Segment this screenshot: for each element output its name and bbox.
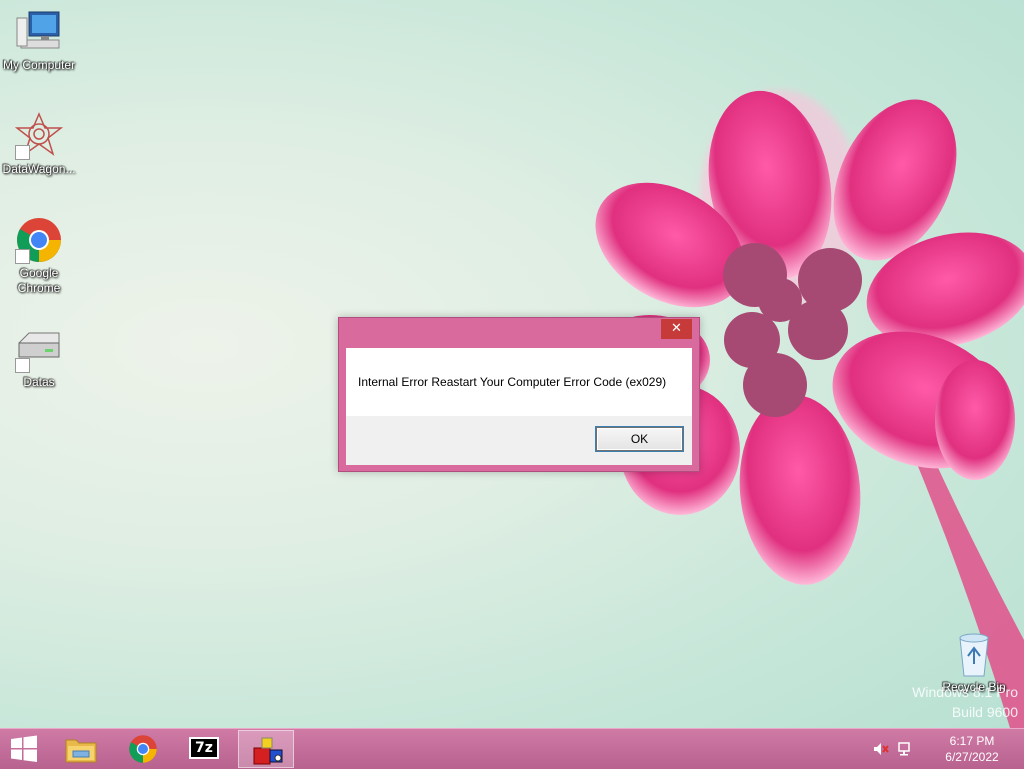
7zip-icon: 7z [189, 737, 219, 759]
error-message: Internal Error Reastart Your Computer Er… [358, 375, 667, 389]
chrome-icon [15, 216, 63, 264]
watermark-edition: Windows 8.1 Pro [912, 684, 1018, 700]
label-line: Chrome [17, 281, 61, 295]
network-icon[interactable] [897, 741, 913, 757]
shortcut-arrow-icon [15, 145, 30, 160]
shortcut-arrow-icon [15, 249, 30, 264]
drive-icon [15, 325, 63, 373]
label-line: Google [19, 266, 59, 280]
7zip-icon-text: 7z [195, 740, 213, 756]
dialog-content: Internal Error Reastart Your Computer Er… [346, 348, 692, 416]
taskbar-7zip[interactable]: 7z [176, 730, 232, 768]
taskbar-file-explorer[interactable] [54, 730, 110, 768]
taskbar-chrome[interactable] [115, 730, 171, 768]
desktop-icon-label: Datas [23, 375, 55, 389]
app-icon [253, 737, 283, 765]
desktop-icon-label: Google Chrome [1, 266, 77, 296]
windows-logo-icon [11, 735, 37, 762]
watermark-build: Build 9600 [951, 704, 1018, 720]
computer-icon [15, 8, 63, 56]
dialog-footer: OK [346, 416, 692, 465]
volume-muted-icon[interactable] [873, 741, 889, 757]
desktop-icon-google-chrome[interactable]: Google Chrome [1, 216, 77, 296]
file-explorer-icon [65, 739, 97, 763]
recycle-bin-icon [950, 630, 998, 678]
desktop-icon-datawagon[interactable]: DataWagon... [1, 112, 77, 177]
taskbar: 7z 6:17 PM 6/27/2022 [0, 728, 1024, 769]
desktop-icon-label: DataWagon... [2, 162, 76, 176]
chrome-icon [129, 735, 157, 763]
taskbar-active-app[interactable] [238, 730, 294, 768]
desktop-icon-my-computer[interactable]: My Computer [1, 8, 77, 73]
desktop-icon-datas[interactable]: Datas [1, 325, 77, 390]
clock-date: 6/27/2022 [945, 750, 999, 764]
system-clock[interactable]: 6:17 PM 6/27/2022 [932, 733, 1012, 765]
error-dialog: ✕ Internal Error Reastart Your Computer … [338, 317, 700, 472]
close-button[interactable]: ✕ [661, 319, 692, 339]
ok-button[interactable]: OK [595, 426, 684, 452]
start-button[interactable] [0, 730, 48, 768]
windows-watermark: Windows 8.1 Pro Build 9600 [912, 684, 1018, 720]
datawagon-icon [14, 112, 64, 160]
shortcut-arrow-icon [15, 358, 30, 373]
desktop-icon-label: My Computer [2, 58, 76, 72]
clock-time: 6:17 PM [949, 734, 995, 748]
